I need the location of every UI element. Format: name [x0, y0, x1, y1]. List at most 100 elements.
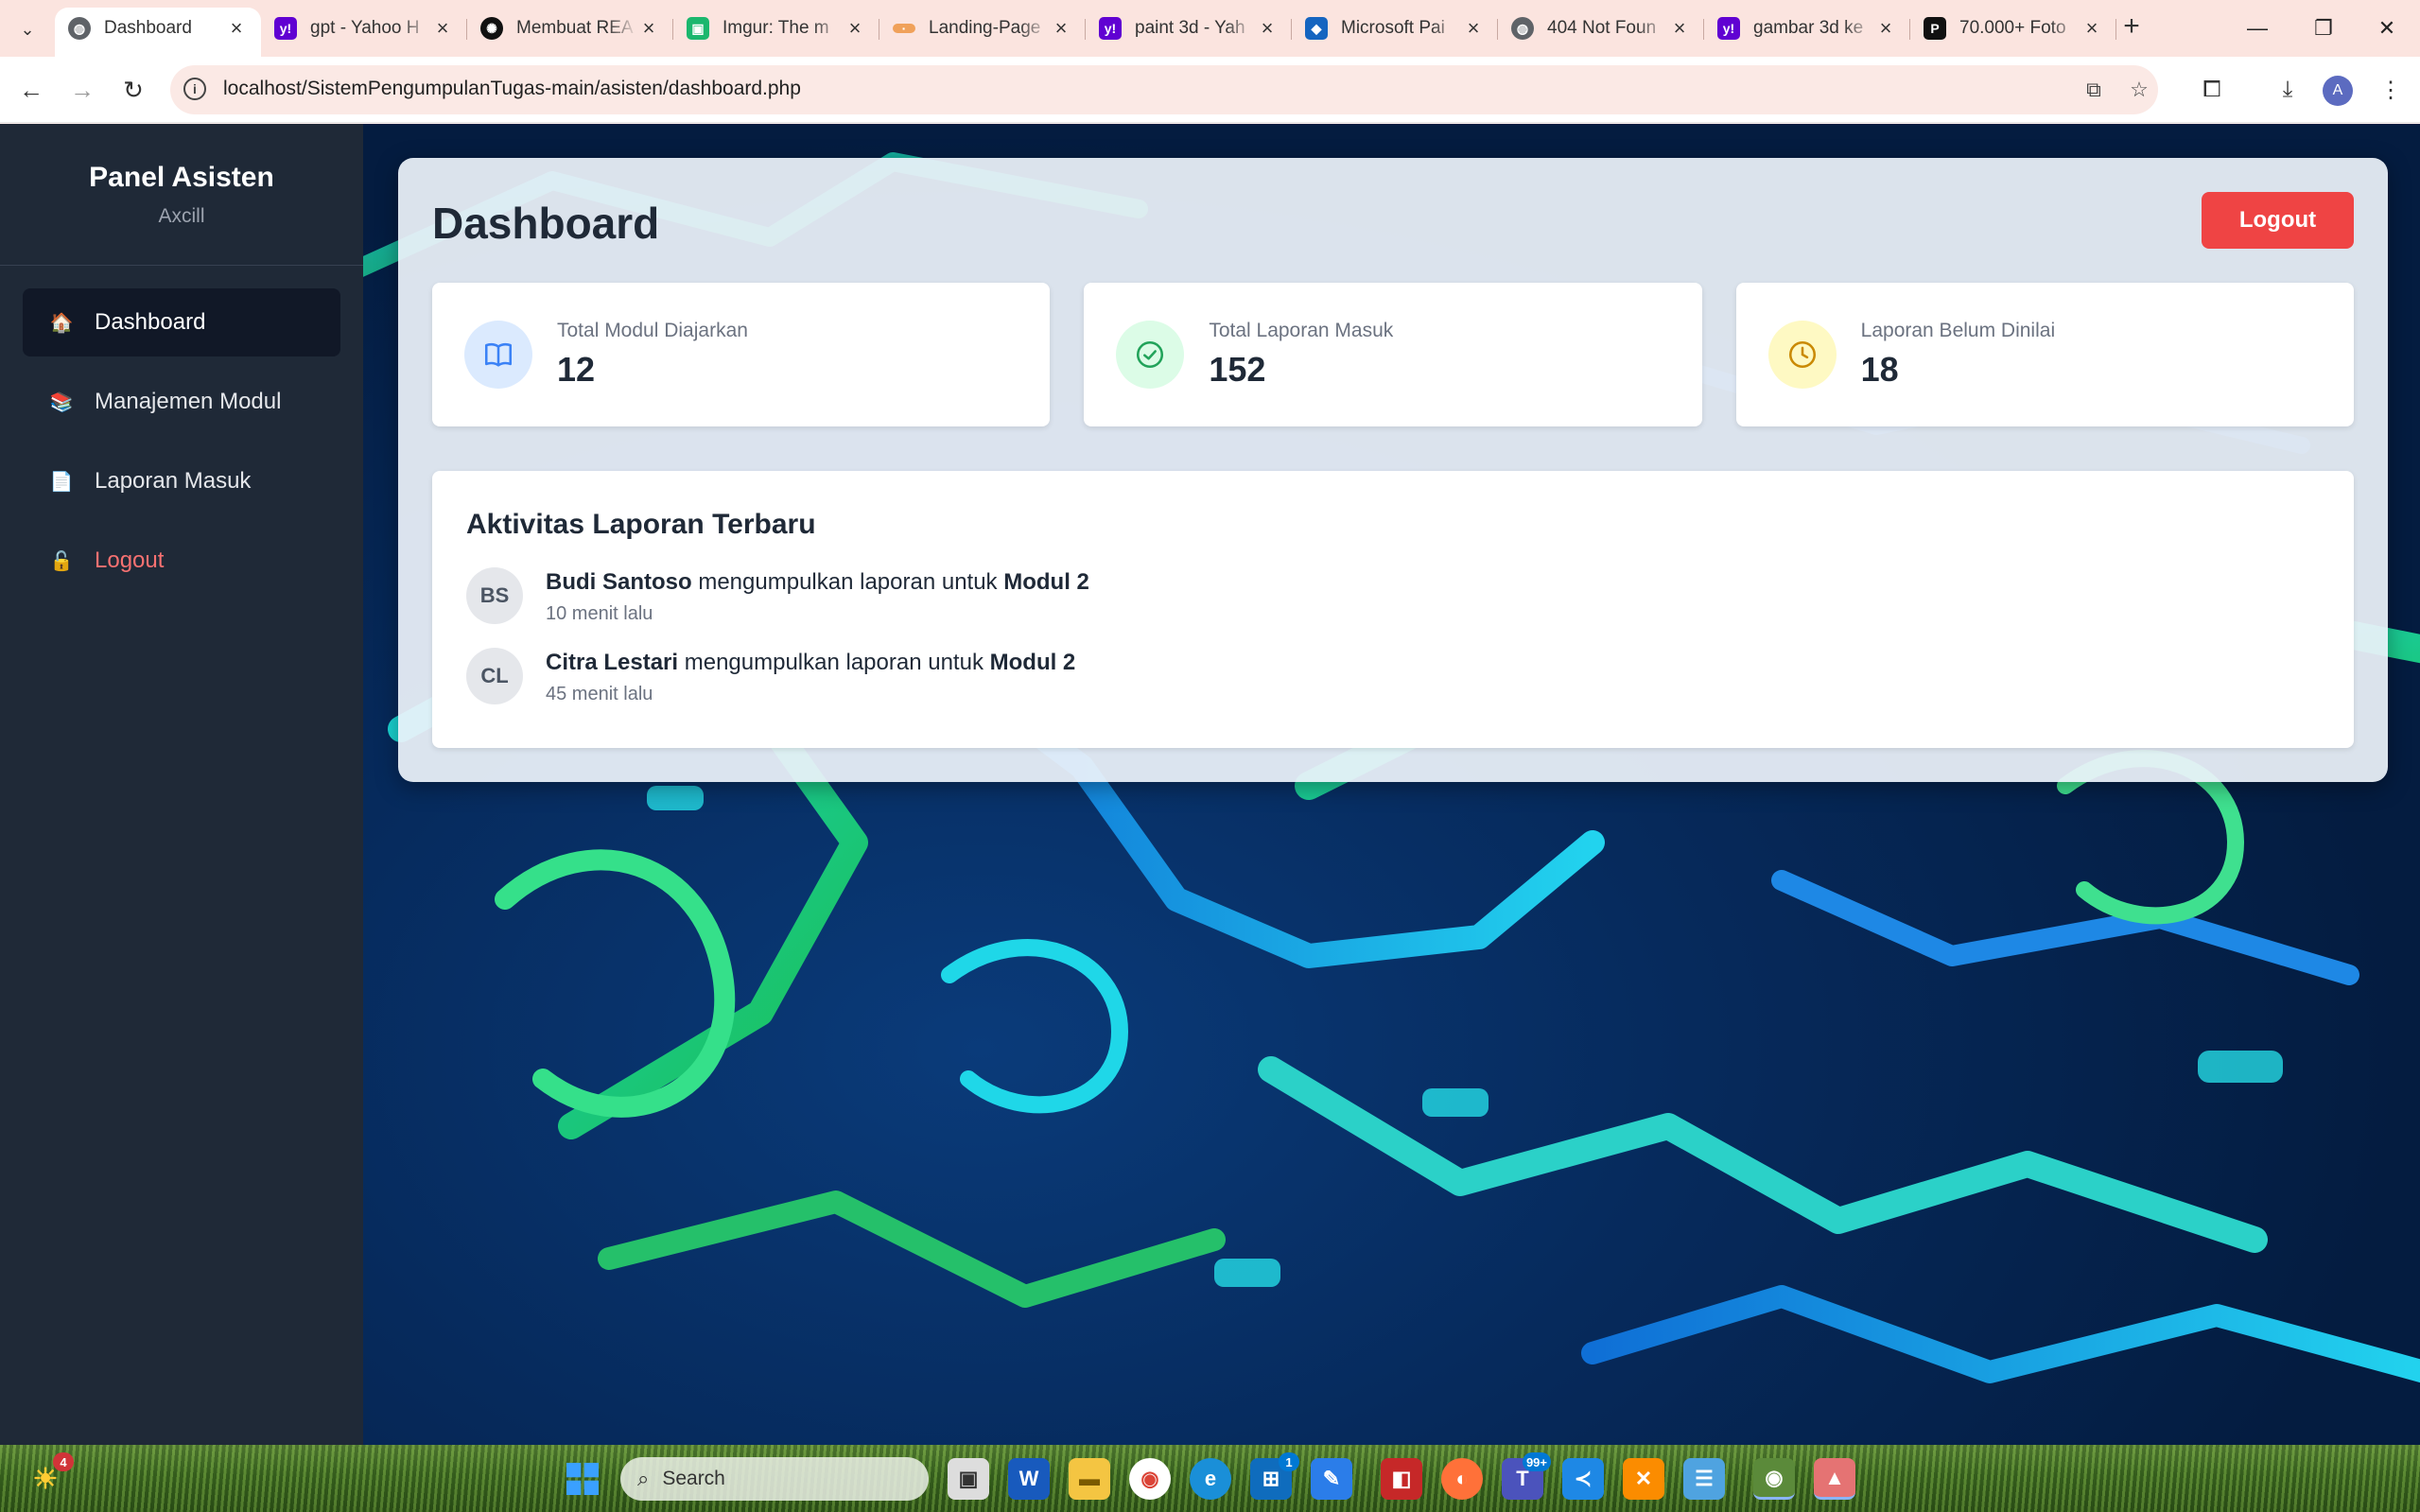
list-item: CL Citra Lestari mengumpulkan laporan un…: [466, 648, 2320, 705]
unlock-icon: 🔓: [49, 550, 74, 572]
tab-title: Landing-Page: [929, 18, 1041, 38]
module-name: Modul 2: [1003, 569, 1089, 595]
back-button[interactable]: ←: [13, 72, 49, 108]
sidebar-item-dashboard[interactable]: 🏠 Dashboard: [23, 288, 340, 356]
firefox-icon[interactable]: ◐: [1441, 1458, 1483, 1500]
app-icon[interactable]: ◧: [1381, 1458, 1422, 1500]
activity-time: 10 menit lalu: [546, 603, 653, 624]
student-name: Budi Santoso: [546, 569, 692, 595]
close-icon[interactable]: ×: [225, 16, 248, 41]
tab-404[interactable]: ◍ 404 Not Foun ×: [1498, 8, 1704, 49]
yahoo-icon: y!: [274, 17, 297, 40]
close-window-button[interactable]: ✕: [2354, 0, 2420, 57]
page-title: Dashboard: [432, 199, 660, 248]
student-name: Citra Lestari: [546, 650, 679, 675]
chrome-active-icon[interactable]: ◉: [1753, 1458, 1795, 1500]
activity-title: Aktivitas Laporan Terbaru: [466, 509, 816, 540]
forward-button[interactable]: →: [64, 72, 100, 108]
taskbar-search[interactable]: ⌕ Search: [620, 1457, 929, 1501]
tab-dashboard[interactable]: ◍ Dashboard ×: [55, 8, 261, 57]
address-bar[interactable]: i localhost/SistemPengumpulanTugas-main/…: [170, 65, 2158, 114]
logout-button[interactable]: Logout: [2202, 192, 2354, 249]
books-icon: 📚: [49, 391, 74, 413]
document-icon: 📄: [49, 471, 74, 493]
notification-badge: 4: [53, 1452, 74, 1471]
teams-icon[interactable]: T 99+: [1502, 1452, 1551, 1500]
weather-icon[interactable]: ☀ 4: [25, 1452, 74, 1500]
sidebar-item-logout[interactable]: 🔓 Logout: [23, 527, 340, 595]
download-icon[interactable]: ⤓: [2270, 72, 2306, 108]
translate-icon[interactable]: ⧉: [2079, 75, 2109, 105]
pexels-icon: P: [1924, 17, 1946, 40]
windows-start-icon[interactable]: [562, 1458, 603, 1500]
tab-gambar-3d[interactable]: y! gambar 3d ke ×: [1704, 8, 1910, 49]
edge-icon[interactable]: e: [1190, 1458, 1231, 1500]
tab-title: gambar 3d ke: [1753, 18, 1864, 38]
tab-title: Dashboard: [104, 18, 192, 38]
site-info-icon[interactable]: i: [183, 78, 206, 100]
recent-activity-card: Aktivitas Laporan Terbaru BS Budi Santos…: [432, 471, 2354, 748]
stat-label: Total Laporan Masuk: [1209, 320, 1394, 341]
activity-action: mengumpulkan laporan untuk: [684, 650, 984, 675]
activity-time: 45 menit lalu: [546, 684, 653, 704]
restore-button[interactable]: ❐: [2290, 0, 2357, 57]
word-icon[interactable]: W: [1008, 1458, 1050, 1500]
sidebar-username: Axcill: [158, 205, 205, 227]
search-icon: ⌕: [637, 1467, 650, 1490]
store-icon[interactable]: ⊞ 1: [1250, 1452, 1299, 1500]
globe-icon: ◍: [1511, 17, 1534, 40]
tab-search-button[interactable]: ⌄: [11, 13, 44, 45]
url-text[interactable]: localhost/SistemPengumpulanTugas-main/as…: [223, 78, 801, 100]
tab-imgur[interactable]: ▣ Imgur: The m ×: [673, 8, 879, 49]
close-icon[interactable]: ×: [431, 16, 454, 41]
close-icon[interactable]: ×: [1050, 16, 1072, 41]
chrome-icon[interactable]: ◉: [1129, 1458, 1171, 1500]
book-open-icon: [464, 321, 532, 389]
paint-app-icon[interactable]: ✎: [1311, 1458, 1352, 1500]
activity-text: Citra Lestari mengumpulkan laporan untuk…: [546, 648, 1075, 676]
sidebar-nav: 🏠 Dashboard 📚 Manajemen Modul 📄 Laporan …: [0, 266, 363, 629]
openai-icon: ✺: [480, 17, 503, 40]
menu-kebab-icon[interactable]: ⋮: [2373, 72, 2409, 108]
minimize-button[interactable]: —: [2224, 0, 2290, 57]
close-icon[interactable]: ×: [1668, 16, 1691, 41]
sidebar-item-manajemen-modul[interactable]: 📚 Manajemen Modul: [23, 368, 340, 436]
page-icon: ·: [893, 21, 915, 36]
activity-text: Budi Santoso mengumpulkan laporan untuk …: [546, 567, 1089, 596]
activity-action: mengumpulkan laporan untuk: [698, 569, 998, 595]
stat-value: 12: [557, 350, 596, 389]
reload-button[interactable]: ↻: [115, 72, 151, 108]
clock-icon: [1767, 321, 1837, 389]
bookmark-star-icon[interactable]: ☆: [2124, 75, 2154, 105]
close-icon[interactable]: ×: [1256, 16, 1279, 41]
notepad-icon[interactable]: ☰: [1683, 1458, 1725, 1500]
activity-list: BS Budi Santoso mengumpulkan laporan unt…: [466, 567, 2320, 705]
tab-yahoo-gpt[interactable]: y! gpt - Yahoo H ×: [261, 8, 467, 49]
stat-value: 152: [1209, 350, 1266, 389]
profile-avatar[interactable]: A: [2323, 76, 2353, 106]
task-view-icon[interactable]: ▣: [948, 1458, 989, 1500]
browser-toolbar: ← → ↻ i localhost/SistemPengumpulanTugas…: [0, 57, 2420, 123]
xampp-icon[interactable]: ✕: [1623, 1458, 1664, 1500]
close-icon[interactable]: ×: [2081, 16, 2103, 41]
vscode-icon[interactable]: ≺: [1562, 1458, 1604, 1500]
close-icon[interactable]: ×: [1462, 16, 1485, 41]
tab-membuat[interactable]: ✺ Membuat REA ×: [467, 8, 673, 49]
tab-microsoft-paint[interactable]: ◆ Microsoft Pai ×: [1292, 8, 1498, 49]
sidebar-header: Panel Asisten Axcill: [0, 124, 363, 266]
sidebar-item-laporan-masuk[interactable]: 📄 Laporan Masuk: [23, 447, 340, 515]
close-icon[interactable]: ×: [637, 16, 660, 41]
globe-icon: ◍: [68, 17, 91, 40]
imgur-icon: ▣: [687, 17, 709, 40]
new-tab-button[interactable]: +: [2115, 9, 2149, 43]
tab-pexels[interactable]: P 70.000+ Foto ×: [1910, 8, 2116, 49]
extensions-icon[interactable]: ⧠: [2194, 72, 2230, 108]
stat-card-total-modul: Total Modul Diajarkan 12: [432, 283, 1051, 426]
stat-card-total-laporan: Total Laporan Masuk 152: [1084, 283, 1702, 426]
close-icon[interactable]: ×: [844, 16, 866, 41]
tab-paint3d-yahoo[interactable]: y! paint 3d - Yah ×: [1086, 8, 1292, 49]
tab-landing-page[interactable]: · Landing-Page ×: [879, 8, 1086, 49]
close-icon[interactable]: ×: [1874, 16, 1897, 41]
file-explorer-icon[interactable]: ▬: [1069, 1458, 1110, 1500]
photos-icon[interactable]: ▲: [1814, 1458, 1855, 1500]
